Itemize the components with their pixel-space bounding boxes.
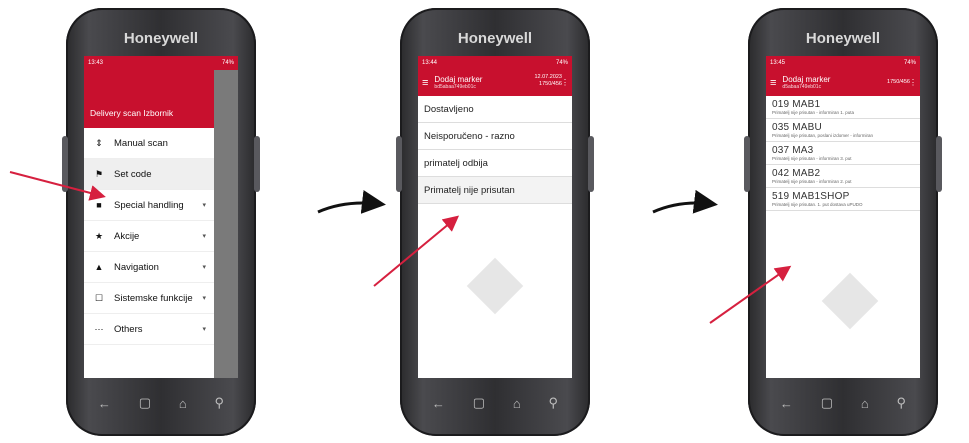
pointer-arrow-set-code <box>9 171 106 201</box>
pointer-arrow-primatelj <box>373 215 460 287</box>
flow-arrow-1 <box>317 190 386 214</box>
annotation-overlay <box>9 171 792 324</box>
pointer-arrow-519 <box>709 265 792 324</box>
flow-arrow-2 <box>652 189 718 214</box>
